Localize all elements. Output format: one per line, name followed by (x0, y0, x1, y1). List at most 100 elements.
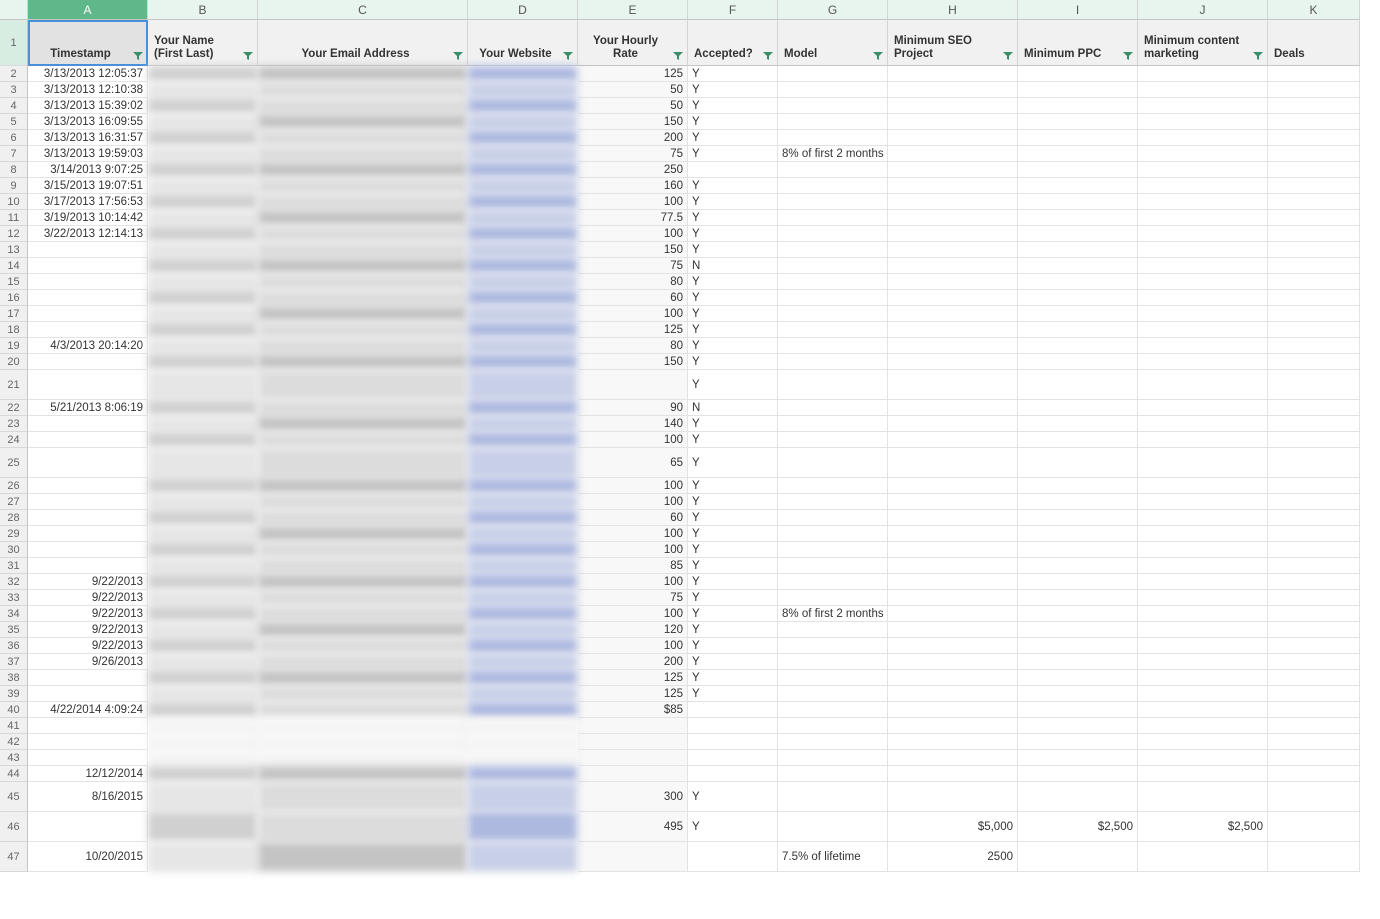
cell-website-redacted[interactable] (468, 448, 578, 478)
col-header-D[interactable]: D (468, 0, 578, 20)
row-header-4[interactable]: 4 (0, 98, 28, 114)
col-header-J[interactable]: J (1138, 0, 1268, 20)
cell-seo[interactable] (888, 590, 1018, 606)
col-header-A[interactable]: A (28, 0, 148, 20)
cell-content-marketing[interactable] (1138, 338, 1268, 354)
cell-deals[interactable] (1268, 98, 1360, 114)
cell-content-marketing[interactable] (1138, 590, 1268, 606)
cell-rate[interactable]: 200 (578, 654, 688, 670)
row-header-38[interactable]: 38 (0, 670, 28, 686)
cell-model[interactable] (778, 812, 888, 842)
cell-rate[interactable]: 100 (578, 226, 688, 242)
filter-icon[interactable] (763, 51, 773, 61)
cell-website-redacted[interactable] (468, 226, 578, 242)
cell-timestamp[interactable] (28, 734, 148, 750)
cell-name-redacted[interactable] (148, 734, 258, 750)
cell-email-redacted[interactable] (258, 654, 468, 670)
cell-timestamp[interactable] (28, 812, 148, 842)
cell-model[interactable] (778, 162, 888, 178)
cell-email-redacted[interactable] (258, 400, 468, 416)
cell-name-redacted[interactable] (148, 526, 258, 542)
row-header-47[interactable]: 47 (0, 842, 28, 872)
cell-deals[interactable] (1268, 416, 1360, 432)
cell-deals[interactable] (1268, 370, 1360, 400)
row-header-37[interactable]: 37 (0, 654, 28, 670)
cell-name-redacted[interactable] (148, 812, 258, 842)
row-header-9[interactable]: 9 (0, 178, 28, 194)
cell-model[interactable] (778, 322, 888, 338)
cell-content-marketing[interactable] (1138, 400, 1268, 416)
cell-email-redacted[interactable] (258, 242, 468, 258)
cell-seo[interactable] (888, 322, 1018, 338)
filter-icon[interactable] (1003, 51, 1013, 61)
cell-email-redacted[interactable] (258, 448, 468, 478)
cell-name-redacted[interactable] (148, 400, 258, 416)
cell-accepted[interactable]: Y (688, 542, 778, 558)
cell-seo[interactable] (888, 766, 1018, 782)
cell-timestamp[interactable] (28, 432, 148, 448)
filter-icon[interactable] (563, 51, 573, 61)
cell-website-redacted[interactable] (468, 478, 578, 494)
row-header-19[interactable]: 19 (0, 338, 28, 354)
header-cell-K[interactable]: Deals (1268, 20, 1360, 66)
cell-deals[interactable] (1268, 306, 1360, 322)
col-header-C[interactable]: C (258, 0, 468, 20)
cell-email-redacted[interactable] (258, 354, 468, 370)
cell-timestamp[interactable] (28, 242, 148, 258)
cell-seo[interactable] (888, 338, 1018, 354)
cell-ppc[interactable] (1018, 590, 1138, 606)
cell-timestamp[interactable]: 4/3/2013 20:14:20 (28, 338, 148, 354)
cell-seo[interactable] (888, 542, 1018, 558)
cell-rate[interactable] (578, 370, 688, 400)
row-header-8[interactable]: 8 (0, 162, 28, 178)
row-header-26[interactable]: 26 (0, 478, 28, 494)
cell-email-redacted[interactable] (258, 494, 468, 510)
cell-website-redacted[interactable] (468, 542, 578, 558)
cell-email-redacted[interactable] (258, 574, 468, 590)
cell-ppc[interactable] (1018, 654, 1138, 670)
cell-name-redacted[interactable] (148, 606, 258, 622)
header-cell-C[interactable]: Your Email Address (258, 20, 468, 66)
cell-ppc[interactable] (1018, 258, 1138, 274)
cell-deals[interactable] (1268, 812, 1360, 842)
cell-ppc[interactable] (1018, 242, 1138, 258)
row-header-29[interactable]: 29 (0, 526, 28, 542)
cell-rate[interactable]: 125 (578, 322, 688, 338)
cell-name-redacted[interactable] (148, 432, 258, 448)
col-header-B[interactable]: B (148, 0, 258, 20)
cell-deals[interactable] (1268, 718, 1360, 734)
col-header-G[interactable]: G (778, 0, 888, 20)
cell-ppc[interactable] (1018, 606, 1138, 622)
cell-accepted[interactable]: Y (688, 812, 778, 842)
cell-content-marketing[interactable] (1138, 194, 1268, 210)
cell-seo[interactable] (888, 242, 1018, 258)
row-header-32[interactable]: 32 (0, 574, 28, 590)
cell-content-marketing[interactable] (1138, 526, 1268, 542)
cell-model[interactable] (778, 210, 888, 226)
cell-rate[interactable]: 100 (578, 432, 688, 448)
cell-seo[interactable] (888, 306, 1018, 322)
header-cell-J[interactable]: Minimum content marketing (1138, 20, 1268, 66)
cell-deals[interactable] (1268, 114, 1360, 130)
cell-model[interactable] (778, 432, 888, 448)
cell-timestamp[interactable]: 4/22/2014 4:09:24 (28, 702, 148, 718)
cell-content-marketing[interactable] (1138, 670, 1268, 686)
header-cell-F[interactable]: Accepted? (688, 20, 778, 66)
cell-rate[interactable]: 60 (578, 290, 688, 306)
col-header-E[interactable]: E (578, 0, 688, 20)
cell-model[interactable] (778, 114, 888, 130)
cell-email-redacted[interactable] (258, 322, 468, 338)
cell-timestamp[interactable] (28, 542, 148, 558)
cell-timestamp[interactable]: 3/13/2013 16:31:57 (28, 130, 148, 146)
cell-seo[interactable] (888, 274, 1018, 290)
cell-deals[interactable] (1268, 510, 1360, 526)
cell-ppc[interactable] (1018, 210, 1138, 226)
cell-content-marketing[interactable] (1138, 306, 1268, 322)
row-header-5[interactable]: 5 (0, 114, 28, 130)
cell-rate[interactable]: 100 (578, 194, 688, 210)
cell-name-redacted[interactable] (148, 98, 258, 114)
cell-email-redacted[interactable] (258, 606, 468, 622)
cell-rate[interactable]: 100 (578, 638, 688, 654)
cell-model[interactable] (778, 242, 888, 258)
cell-ppc[interactable] (1018, 400, 1138, 416)
